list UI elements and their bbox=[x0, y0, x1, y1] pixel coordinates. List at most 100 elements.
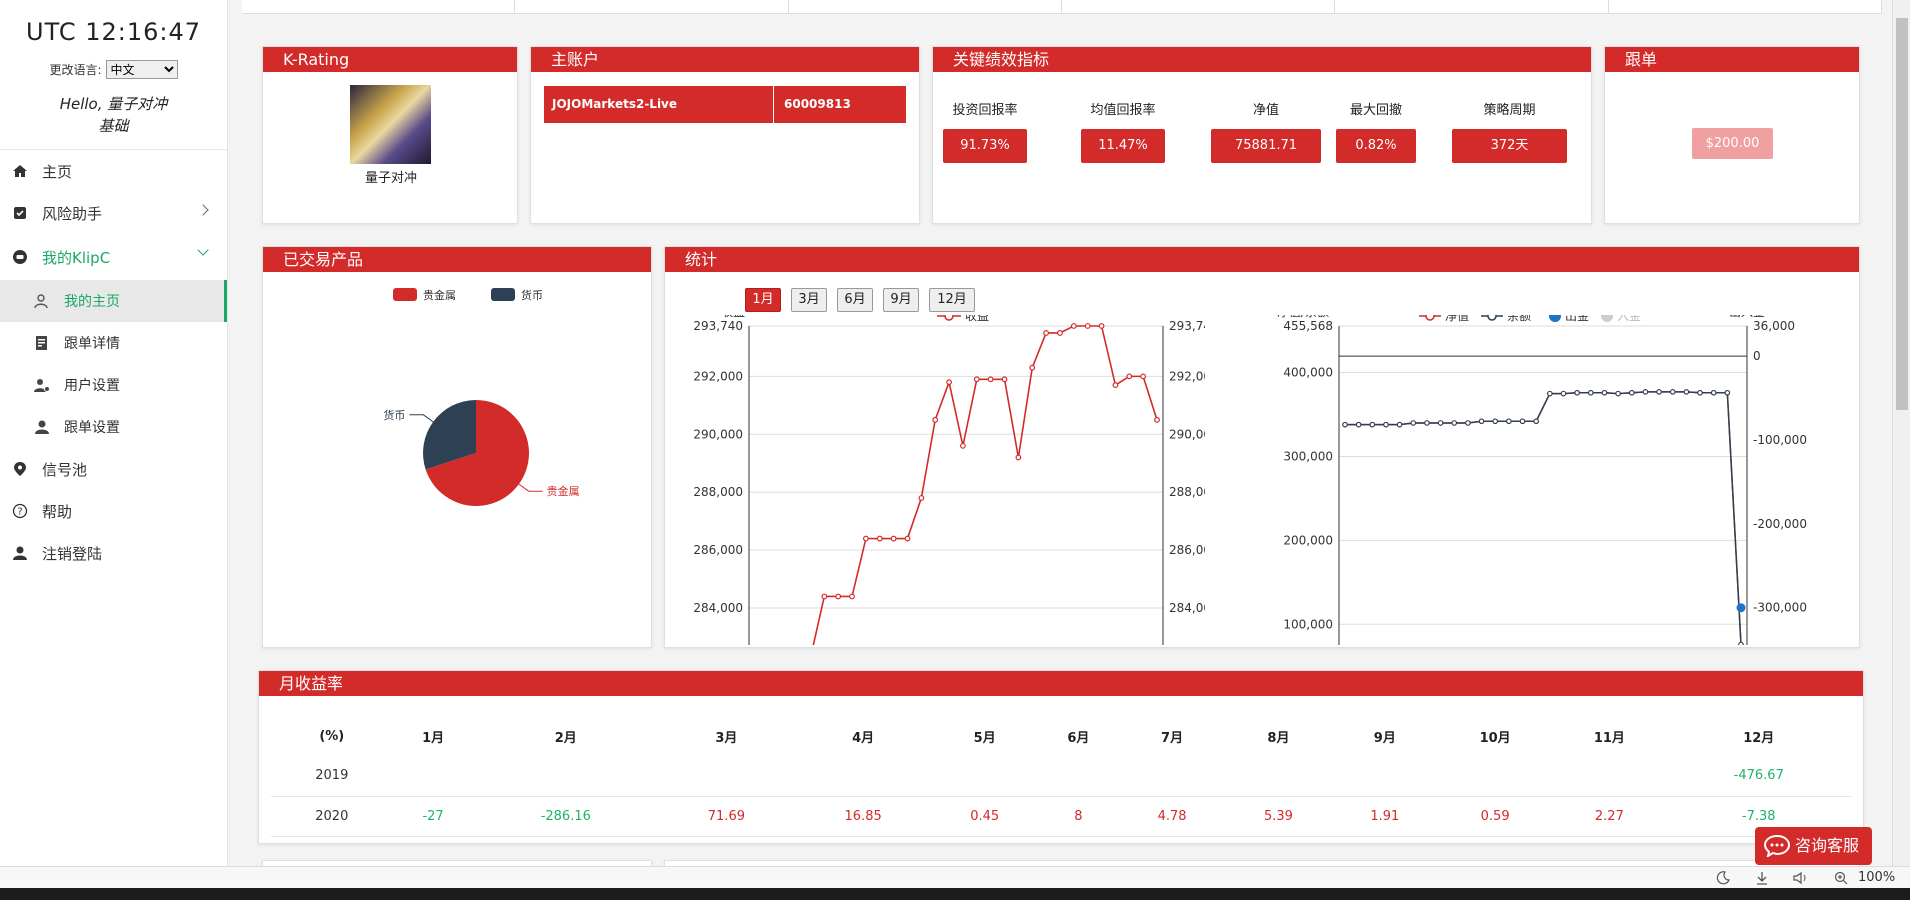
data-point bbox=[1560, 390, 1567, 397]
data-point bbox=[1642, 389, 1649, 395]
sidebar-item-help[interactable]: ? 帮助 bbox=[0, 490, 227, 532]
pie-label: 贵金属 bbox=[547, 484, 580, 498]
monthly-table: (%) 1月 2月 3月 4月 5月 6月 7月 8月 9月 10月 11月 12月 2019 -476.… bbox=[271, 716, 1851, 837]
customer-service-button[interactable]: 咨询客服 bbox=[1755, 827, 1872, 865]
zoom-level[interactable]: 100% bbox=[1858, 870, 1895, 885]
utc-clock: UTC 12:16:47 bbox=[26, 18, 201, 46]
y2-tick-label: 0 bbox=[1753, 349, 1761, 363]
table-header-cell: 10月 bbox=[1479, 730, 1511, 746]
legend-label: 出金 bbox=[1565, 315, 1589, 323]
data-point bbox=[1656, 389, 1662, 395]
data-point bbox=[1043, 330, 1050, 336]
document-icon bbox=[36, 336, 47, 350]
sidebar-item-label: 注销登陆 bbox=[42, 544, 103, 563]
sidebar-item-signal[interactable]: 信号池 bbox=[0, 448, 227, 490]
table-cell: 2.27 bbox=[1552, 796, 1667, 837]
table-header-cell: 12月 bbox=[1743, 730, 1775, 746]
table-cell-year: 2019 bbox=[271, 756, 393, 797]
data-point bbox=[946, 379, 952, 386]
y2-axis-label: 出入金 bbox=[1729, 315, 1765, 319]
tab-3m[interactable]: 3月 bbox=[791, 288, 827, 312]
language-row: 更改语言: 中文 bbox=[0, 60, 227, 79]
data-point bbox=[821, 593, 828, 600]
data-point bbox=[1070, 323, 1077, 329]
page-scrollbar[interactable] bbox=[1892, 0, 1910, 866]
sidebar-item-risk[interactable]: 风险助手 bbox=[0, 192, 227, 234]
data-point bbox=[1015, 454, 1022, 461]
data-point bbox=[1383, 421, 1389, 428]
sidebar-item-label: 信号池 bbox=[42, 460, 88, 479]
sidebar-item-label: 我的KlipC bbox=[42, 248, 111, 267]
chevron-right-icon bbox=[197, 204, 209, 216]
data-point bbox=[1574, 389, 1580, 396]
table-cell bbox=[392, 756, 474, 797]
browser-status-bar: 100% bbox=[0, 866, 1910, 888]
speaker-icon[interactable] bbox=[1793, 871, 1809, 885]
sidebar-item-label: 帮助 bbox=[42, 502, 73, 521]
y2-tick-label: 292,000 bbox=[1169, 369, 1205, 383]
data-point bbox=[1140, 373, 1147, 380]
data-point bbox=[932, 416, 939, 423]
follow-amount-button[interactable]: $200.00 bbox=[1692, 128, 1773, 159]
table-cell bbox=[794, 756, 932, 797]
sidebar-item-home[interactable]: 主页 bbox=[0, 150, 227, 192]
tab-12m[interactable]: 12月 bbox=[929, 288, 975, 312]
table-cell: -27 bbox=[392, 796, 474, 837]
data-point bbox=[862, 535, 869, 542]
tab-9m[interactable]: 9月 bbox=[883, 288, 919, 312]
tab-1m[interactable]: 1月 bbox=[745, 288, 781, 312]
table-row: 2020 -27 -286.16 71.69 16.85 0.45 8 4.78 5.39 1.9… bbox=[271, 796, 1851, 837]
account-number: 60009813 bbox=[784, 97, 851, 111]
sidebar-item-myhome[interactable]: 我的主页 bbox=[0, 280, 227, 322]
series-line bbox=[1345, 391, 1742, 645]
zoom-icon[interactable] bbox=[1834, 871, 1848, 885]
data-point bbox=[1697, 389, 1703, 396]
data-point bbox=[1437, 420, 1444, 426]
pie-chart: 贵金属 货币贵金属货币 bbox=[383, 288, 580, 506]
sidebar-item-detail[interactable]: 跟单详情 bbox=[0, 322, 227, 364]
profit-line-chart: 282,275282,275284,000284,000286,000286,0… bbox=[693, 315, 1205, 645]
table-header-cell: 9月 bbox=[1373, 730, 1396, 746]
tab-6m[interactable]: 6月 bbox=[837, 288, 873, 312]
account-row[interactable]: JOJOMarkets2-Live 60009813 bbox=[544, 86, 906, 123]
y-axis-label: 收益 bbox=[721, 315, 745, 319]
data-point bbox=[1396, 421, 1403, 428]
table-header-cell: 11月 bbox=[1593, 730, 1625, 746]
follow-title: 跟单 bbox=[1605, 47, 1859, 72]
customer-service-label: 咨询客服 bbox=[1795, 836, 1860, 855]
legend-label: 贵金属 bbox=[423, 288, 456, 302]
greeting: Hello, 量子对冲 基础 bbox=[0, 93, 227, 137]
y2-tick-label: 286,000 bbox=[1169, 543, 1205, 557]
legend-swatch bbox=[491, 288, 515, 301]
y2-tick-label: 36,000 bbox=[1753, 319, 1795, 333]
data-point bbox=[1533, 418, 1539, 425]
data-point bbox=[1355, 421, 1362, 428]
data-point bbox=[1519, 418, 1526, 425]
table-header-cell: 6月 bbox=[1067, 730, 1090, 746]
legend-label: 余额 bbox=[1507, 315, 1531, 323]
data-point bbox=[1683, 389, 1690, 395]
table-cell: 0.45 bbox=[931, 796, 1038, 837]
sidebar-item-label: 风险助手 bbox=[42, 204, 103, 223]
sidebar-item-klipc[interactable]: 我的KlipC bbox=[0, 234, 227, 280]
account-server: JOJOMarkets2-Live bbox=[544, 86, 774, 123]
traded-panel: 已交易产品 贵金属 货币 贵金属 货币 bbox=[262, 246, 652, 648]
y-tick-label: 200,000 bbox=[1283, 533, 1333, 547]
sidebar-item-label: 用户设置 bbox=[64, 378, 120, 394]
sidebar-item-label: 跟单设置 bbox=[64, 420, 120, 436]
sidebar-item-user-settings[interactable]: 用户设置 bbox=[0, 364, 227, 406]
language-select[interactable]: 中文 bbox=[105, 60, 178, 79]
data-point bbox=[890, 535, 897, 542]
data-point bbox=[960, 442, 966, 449]
os-taskbar bbox=[0, 888, 1910, 900]
sidebar-item-logout[interactable]: 注销登陆 bbox=[0, 532, 227, 574]
user-icon bbox=[13, 546, 27, 560]
sidebar-item-follow-settings[interactable]: 跟单设置 bbox=[0, 406, 227, 448]
table-cell: -476.67 bbox=[1666, 756, 1851, 797]
download-icon[interactable] bbox=[1755, 871, 1769, 885]
user-outline-icon bbox=[34, 294, 48, 309]
moon-icon[interactable] bbox=[1716, 871, 1730, 885]
table-header-cell: 7月 bbox=[1161, 730, 1184, 746]
table-cell: 16.85 bbox=[794, 796, 932, 837]
scrollbar-thumb[interactable] bbox=[1896, 18, 1908, 410]
